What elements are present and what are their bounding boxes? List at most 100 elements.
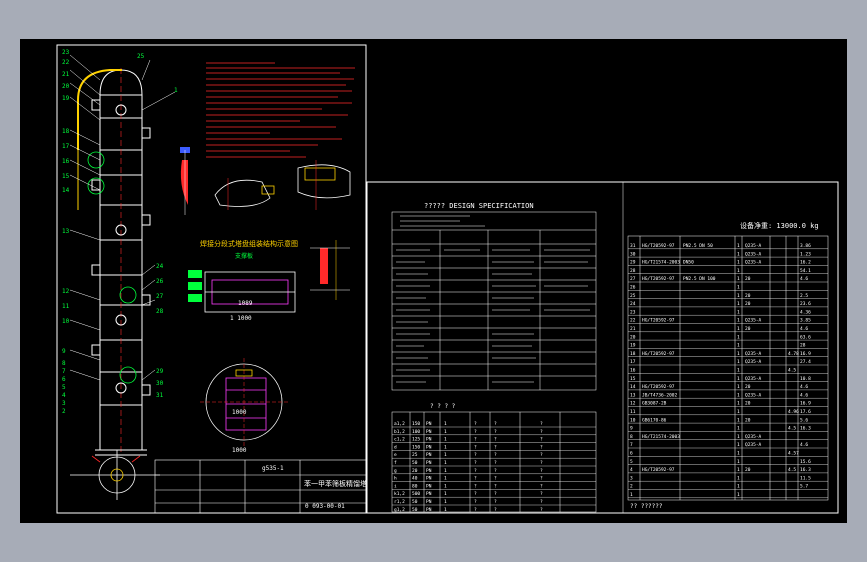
callout-label: 1 bbox=[174, 87, 178, 94]
parts-table-cell: 1 bbox=[737, 293, 740, 299]
parts-table-cell: 23 bbox=[630, 309, 636, 315]
nozzle-table-cell: 125 bbox=[412, 437, 420, 443]
parts-table-cell: 3.85 bbox=[800, 318, 811, 324]
callout-label: 20 bbox=[62, 83, 70, 90]
nozzle-table-cell: 100 bbox=[412, 429, 420, 435]
parts-table-cell: 5.6 bbox=[800, 417, 808, 423]
title-block-name: 苯一甲苯筛板精馏塔 bbox=[304, 479, 367, 488]
nozzle-table-cell: ? bbox=[474, 460, 477, 466]
nozzle-table-cell: g1,2 bbox=[394, 507, 405, 513]
parts-table-cell: 1 bbox=[737, 368, 740, 374]
parts-table-cell: 63.6 bbox=[800, 334, 811, 340]
nozzle-table-cell: ? bbox=[540, 491, 543, 497]
callout-label: 5 bbox=[62, 384, 66, 391]
parts-table-cell: 1 bbox=[737, 334, 740, 340]
parts-table-cell: JB/T4736-2002 bbox=[642, 392, 678, 398]
nozzle-table-cell: ? bbox=[494, 507, 497, 513]
nozzle-table-cell: 1 bbox=[444, 499, 447, 505]
nozzle-table-cell: PN bbox=[426, 429, 432, 435]
parts-table-cell: 4.96 bbox=[788, 409, 799, 415]
nozzle-table-cell: ? bbox=[494, 444, 497, 450]
callout-label: 11 bbox=[62, 303, 70, 310]
nozzle-table-cell: ? bbox=[540, 483, 543, 489]
parts-table-cell: 30 bbox=[630, 251, 636, 257]
parts-table-cell: 1 bbox=[737, 434, 740, 440]
parts-table-cell: 4.6 bbox=[800, 442, 808, 448]
nozzle-table-cell: PN bbox=[426, 499, 432, 505]
nozzle-table-cell: 1 bbox=[444, 429, 447, 435]
callout-label: 15 bbox=[62, 173, 70, 180]
parts-table-cell: 18 bbox=[630, 351, 636, 357]
parts-table-cell: 4.78 bbox=[788, 351, 799, 357]
nozzle-table-cell: ? bbox=[540, 452, 543, 458]
parts-table-cell: 27 bbox=[630, 276, 636, 282]
nozzle-table-cell: k1,2 bbox=[394, 491, 405, 497]
parts-table-cell: 14 bbox=[630, 384, 636, 390]
parts-table-cell: 4.6 bbox=[800, 384, 808, 390]
nozzle-table-cell: ? bbox=[474, 476, 477, 482]
nozzle-table-cell: 1 bbox=[444, 491, 447, 497]
parts-table-cell: 22 bbox=[630, 318, 636, 324]
callout-label: 16 bbox=[62, 158, 70, 165]
parts-table-cell: 13 bbox=[630, 392, 636, 398]
nozzle-table-cell: ? bbox=[540, 444, 543, 450]
dimension-label: 1000 bbox=[232, 409, 247, 416]
parts-table-cell: 1 bbox=[737, 442, 740, 448]
parts-table-cell: 11.5 bbox=[800, 475, 811, 481]
parts-table-cell: Q235-A bbox=[745, 392, 762, 398]
parts-table-cell: 3.86 bbox=[800, 243, 811, 249]
dimension-label: 1 1000 bbox=[230, 315, 252, 322]
parts-table-cell: 16 bbox=[630, 368, 636, 374]
nozzle-table-cell: ? bbox=[494, 468, 497, 474]
nozzle-table-cell: i bbox=[394, 483, 397, 489]
nozzle-table-cell: ? bbox=[540, 507, 543, 513]
callout-label: 9 bbox=[62, 348, 66, 355]
parts-table-cell: GB6170-86 bbox=[642, 417, 667, 423]
parts-table-cell: 1 bbox=[737, 467, 740, 473]
parts-table-cell: 1 bbox=[737, 351, 740, 357]
nozzle-table-cell: e bbox=[394, 453, 397, 458]
parts-table-cell: Q235-A bbox=[745, 351, 762, 357]
parts-table-cell: 24 bbox=[630, 301, 636, 307]
parts-table-cell: 20 bbox=[745, 326, 751, 332]
nozzle-table-cell: ? bbox=[474, 499, 477, 505]
parts-table-cell: 15.6 bbox=[800, 459, 811, 465]
nozzle-table-cell: ? bbox=[540, 421, 543, 427]
nozzle-table-cell: 1 bbox=[444, 468, 447, 474]
nozzle-table-cell: ? bbox=[540, 468, 543, 474]
parts-table-cell: 5 bbox=[630, 459, 633, 465]
dimension-label: 1000 bbox=[232, 447, 247, 454]
callout-label: 24 bbox=[156, 263, 164, 270]
nozzle-table-cell: r1,2 bbox=[394, 499, 405, 505]
nozzle-table-cell: f bbox=[394, 460, 397, 466]
detail-title: 焊接分段式塔盘组装结构示意图 bbox=[200, 239, 298, 248]
nozzle-table-cell: 150 bbox=[412, 444, 420, 450]
parts-table-cell: Q235-A bbox=[745, 318, 762, 324]
parts-table-cell: 1 bbox=[737, 392, 740, 398]
parts-table-cell: 4.6 bbox=[800, 276, 808, 282]
nozzle-table-cell: 20 bbox=[412, 468, 418, 474]
parts-table-cell: HG/T20592-97 bbox=[642, 318, 675, 324]
detail-subtitle: 支撑板 bbox=[235, 252, 253, 260]
parts-table-cell: 17.6 bbox=[800, 409, 811, 415]
nozzle-table-cell: 25 bbox=[412, 452, 418, 458]
nozzle-table-cell: ? bbox=[494, 499, 497, 505]
parts-table-cell: 28 bbox=[630, 268, 636, 274]
callout-label: 27 bbox=[156, 293, 164, 300]
parts-table-cell: 1 bbox=[737, 459, 740, 465]
nozzle-table-cell: PN bbox=[426, 483, 432, 489]
callout-label: 18 bbox=[62, 128, 70, 135]
parts-table-cell: 9 bbox=[630, 426, 633, 432]
parts-table-cell: 1 bbox=[737, 426, 740, 432]
parts-table-cell: 2.5 bbox=[800, 293, 808, 299]
parts-table-cell: 1 bbox=[737, 326, 740, 332]
parts-table-cell: HG/T20592-97 bbox=[642, 276, 675, 282]
nozzle-table-cell: ? bbox=[474, 444, 477, 450]
nozzle-table-cell: 50 bbox=[412, 499, 418, 505]
parts-table-cell: 10.8 bbox=[800, 376, 811, 382]
cad-viewport[interactable]: 23 22 21 20 19 18 17 16 15 14 13 12 11 1… bbox=[0, 0, 867, 562]
nozzle-table-cell: 1 bbox=[444, 444, 447, 450]
nozzle-table-cell: ? bbox=[494, 483, 497, 489]
nozzle-table-cell: ? bbox=[474, 483, 477, 489]
parts-table-cell: 25 bbox=[630, 293, 636, 299]
